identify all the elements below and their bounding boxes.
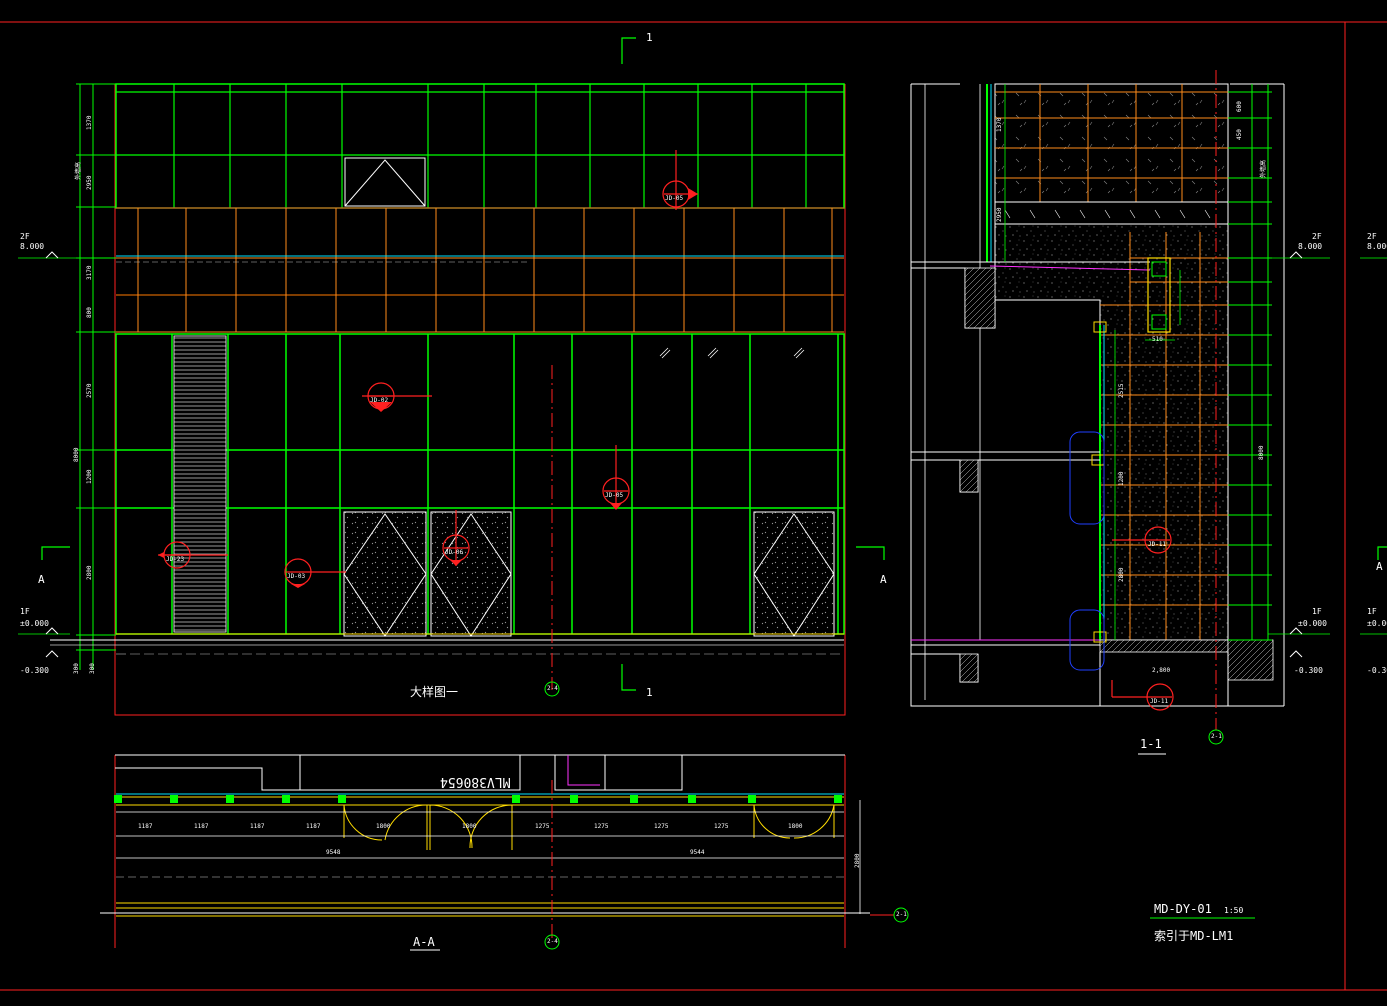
detail-tag: JD-06	[445, 549, 464, 556]
section-marker-bottom: 1	[646, 686, 653, 699]
level-2f-label-far: 2F	[1367, 232, 1377, 241]
elevation-view	[18, 37, 885, 716]
elev-dim: 300	[73, 663, 80, 674]
plan-dim: 1800	[462, 823, 477, 830]
detail-tag: JD-02	[370, 397, 389, 404]
level-2f-value-far: 8.000	[1367, 242, 1387, 251]
section-dim: 1200	[1118, 471, 1125, 486]
plan-dim-depth: 2800	[854, 853, 861, 868]
plan-dim: 1800	[788, 823, 803, 830]
elev-dim: 2800	[86, 565, 93, 580]
title-scale: 1:50	[1224, 906, 1244, 915]
level-2f-value: 8.000	[20, 242, 45, 251]
plan-dim: 1187	[138, 823, 153, 830]
entrance-doors	[343, 511, 835, 637]
mirrored-text: MLV380654	[440, 774, 510, 789]
grid-bubble: 2-4	[547, 685, 558, 692]
elev-dim: 2570	[86, 383, 93, 398]
plan-dim: 1275	[535, 823, 550, 830]
detail-tag: JD-03	[287, 573, 306, 580]
plan-dim: 1800	[376, 823, 391, 830]
section-dim: 1370	[996, 117, 1003, 132]
level-2f-value-right: 8.000	[1298, 242, 1323, 251]
level-minus: -0.300	[20, 666, 49, 675]
level-2f-label: 2F	[20, 232, 30, 241]
plan-dim-total: 9548	[326, 849, 341, 856]
elev-dim: 800	[86, 307, 93, 318]
detail-tag: JD-05	[665, 195, 684, 202]
detail-tag: JD-11	[1148, 541, 1167, 548]
plan-caption: A-A	[413, 935, 435, 949]
section-a-left: A	[38, 573, 45, 586]
level-1f-value-right: ±0.000	[1298, 619, 1327, 628]
elev-dim: 外墙高	[75, 161, 82, 180]
far-right-partial	[1360, 257, 1387, 635]
elev-dim: 8000	[73, 447, 80, 462]
detail-tag: JD-23	[166, 556, 185, 563]
grid-bubble: 2-1	[896, 911, 907, 918]
title-code: MD-DY-01	[1154, 902, 1212, 916]
elev-dim: 2950	[86, 175, 93, 190]
elev-dim: 1200	[86, 469, 93, 484]
level-1f-label: 1F	[20, 607, 30, 616]
section-view	[910, 70, 1330, 755]
plan-dim: 1275	[594, 823, 609, 830]
plan-dim: 1187	[306, 823, 321, 830]
level-minus-right: -0.300	[1294, 666, 1323, 675]
elev-dim: 3170	[86, 265, 93, 280]
mirrored-text-value: MLV380654	[440, 774, 511, 789]
elevation-caption: 大样图一	[410, 685, 459, 699]
section-dim: 2,800	[1152, 667, 1171, 674]
section-a-right: A	[880, 573, 887, 586]
level-1f-label-far: 1F	[1367, 607, 1377, 616]
elev-dim: 300	[89, 663, 96, 674]
detail-tag: JD-11	[1150, 698, 1169, 705]
level-1f-label-right: 1F	[1312, 607, 1322, 616]
section-dim: 600	[1236, 101, 1243, 112]
section-dim: 510	[1152, 336, 1163, 343]
section-dim: 2515	[1118, 383, 1125, 398]
grid-bubble: 2-1	[1211, 733, 1222, 740]
level-2f-label-right: 2F	[1312, 232, 1322, 241]
section-marker-top: 1	[646, 31, 653, 44]
section-dim: 2950	[996, 207, 1003, 222]
elev-dim: 1370	[86, 115, 93, 130]
section-dim: 450	[1236, 129, 1243, 140]
plan-dim: 1187	[194, 823, 209, 830]
level-1f-value-far: ±0.000	[1367, 619, 1387, 628]
grid-bubble: 2-4	[547, 938, 558, 945]
detail-tag: JD-05	[605, 492, 624, 499]
level-1f-value: ±0.000	[20, 619, 49, 628]
plan-dim-total: 9544	[690, 849, 705, 856]
section-caption: 1-1	[1140, 737, 1162, 751]
section-dim: 8000	[1258, 445, 1265, 460]
section-a-far: A	[1376, 560, 1383, 573]
title-desc: 索引于MD-LM1	[1154, 929, 1234, 943]
plan-dim: 1275	[654, 823, 669, 830]
plan-dim: 1187	[250, 823, 265, 830]
plan-dim: 1275	[714, 823, 729, 830]
mullion-markers	[114, 795, 842, 803]
section-dim: 外墙高	[1260, 159, 1267, 178]
section-dim: 2800	[1118, 567, 1125, 582]
level-minus-far: -0.300	[1367, 666, 1387, 675]
